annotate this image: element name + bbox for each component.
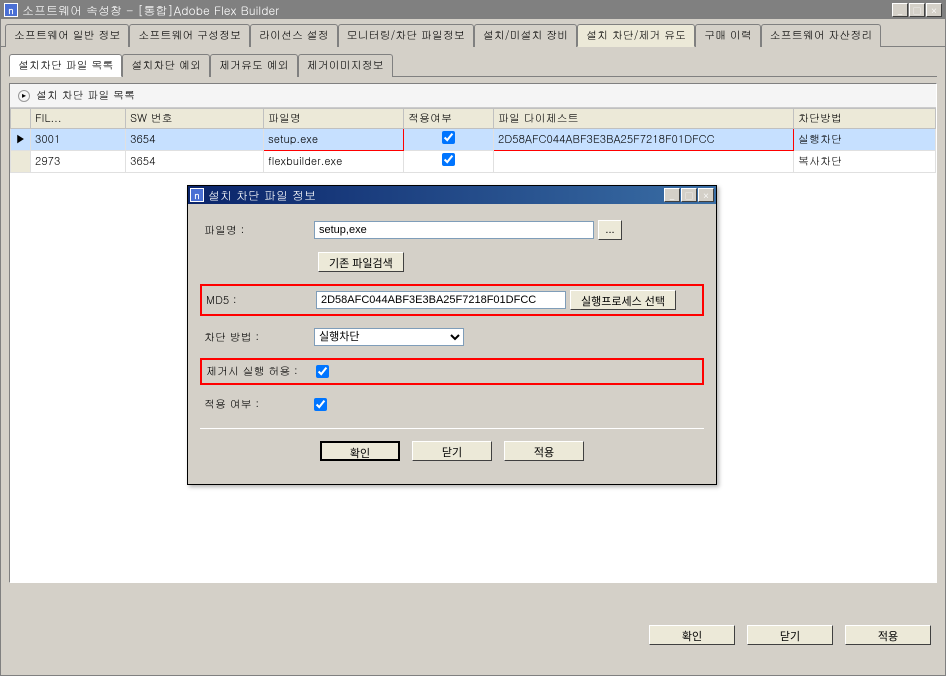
label-method: 차단 방법 : [204,330,314,345]
row-method: 차단 방법 : 실행차단 [200,324,704,350]
dialog-button-row: 확인 닫기 적용 [200,428,704,461]
browse-button[interactable]: ... [598,220,622,240]
input-md5[interactable] [316,291,566,309]
row-handle [11,151,31,173]
dialog-app-icon: n [190,188,204,202]
main-tab-5[interactable]: 설치 차단/제거 유도 [577,24,695,47]
row-search-existing: 기존 파일검색 [200,248,704,276]
dialog-ok-button[interactable]: 확인 [320,441,400,461]
col-method[interactable]: 차단방법 [794,109,936,129]
col-filename[interactable]: 파일명 [264,109,404,129]
select-method[interactable]: 실행차단 [314,328,464,346]
row-filename: 파일명 : ... [200,216,704,244]
cell-apply[interactable] [404,151,494,173]
col-apply[interactable]: 적용여부 [404,109,494,129]
minimize-button[interactable]: _ [892,3,908,17]
dialog-apply-button[interactable]: 적용 [504,441,584,461]
cell-method: 복사차단 [794,151,936,173]
dialog-close-button2[interactable]: 닫기 [412,441,492,461]
checkbox-apply[interactable] [314,398,327,411]
apply-checkbox[interactable] [442,131,455,144]
dialog-title: 설치 차단 파일 정보 [208,187,664,204]
inner-tab-row: 설치차단 파일 목록설치차단 예외제거유도 예외제거이미지정보 [9,53,937,77]
main-tab-4[interactable]: 설치/미설치 장비 [474,24,577,47]
main-titlebar: n 소프트웨어 속성창 - [통합]Adobe Flex Builder _ □… [1,1,945,19]
inner-tab-2[interactable]: 제거유도 예외 [210,54,298,77]
cell-filename: flexbuilder.exe [264,151,404,173]
block-file-grid: FIL... SW 번호 파일명 적용여부 파일 다이제스트 차단방법 ▶300… [10,108,936,173]
inner-tab-3[interactable]: 제거이미지정보 [298,54,393,77]
table-row[interactable]: ▶30013654setup.exe 2D58AFC044ABF3E3BA25F7… [11,129,936,151]
cell-sw: 3654 [126,151,264,173]
inner-tab-0[interactable]: 설치차단 파일 목록 [9,54,122,77]
cell-digest [494,151,794,173]
dialog-close-button[interactable]: × [698,188,714,202]
cell-sw: 3654 [126,129,264,151]
row-handle: ▶ [11,129,31,151]
maximize-button[interactable]: □ [909,3,925,17]
label-allow-on-remove: 제거시 실행 허용 : [206,364,316,379]
main-tab-row: 소프트웨어 일반 정보소프트웨어 구성정보라이선스 설정모니터링/차단 파일정보… [1,19,945,47]
col-indicator [11,109,31,129]
col-swno[interactable]: SW 번호 [126,109,264,129]
main-tab-6[interactable]: 구매 이력 [695,24,761,47]
cell-fil: 2973 [31,151,126,173]
main-tab-2[interactable]: 라이선스 설정 [250,24,338,47]
inner-tab-1[interactable]: 설치차단 예외 [122,54,210,77]
block-file-info-dialog: n 설치 차단 파일 정보 _ □ × 파일명 : ... 기존 파일검색 MD… [187,185,717,485]
table-row[interactable]: 29733654flexbuilder.exe 복사차단 [11,151,936,173]
close-button[interactable]: × [926,3,942,17]
row-allow-on-remove: 제거시 실행 허용 : [200,358,704,385]
label-md5: MD5 : [206,293,316,308]
main-tab-1[interactable]: 소프트웨어 구성정보 [129,24,250,47]
dialog-titlebar: n 설치 차단 파일 정보 _ □ × [188,186,716,204]
main-close-button[interactable]: 닫기 [747,625,833,645]
cell-apply[interactable] [404,129,494,151]
cell-filename: setup.exe [264,129,404,151]
col-digest[interactable]: 파일 다이제스트 [494,109,794,129]
cell-fil: 3001 [31,129,126,151]
table-title-row: ▸ 설치 차단 파일 목록 [10,84,936,108]
select-process-button[interactable]: 실행프로세스 선택 [570,290,676,310]
main-ok-button[interactable]: 확인 [649,625,735,645]
cell-method: 실행차단 [794,129,936,151]
apply-checkbox[interactable] [442,153,455,166]
row-md5: MD5 : 실행프로세스 선택 [200,284,704,316]
row-apply: 적용 여부 : [200,393,704,416]
dialog-body: 파일명 : ... 기존 파일검색 MD5 : 실행프로세스 선택 차단 방법 … [188,204,716,473]
expand-icon[interactable]: ▸ [18,90,30,102]
main-window: n 소프트웨어 속성창 - [통합]Adobe Flex Builder _ □… [0,0,946,676]
main-tab-3[interactable]: 모니터링/차단 파일정보 [338,24,474,47]
col-file[interactable]: FIL... [31,109,126,129]
dialog-minimize-button[interactable]: _ [664,188,680,202]
label-apply: 적용 여부 : [204,397,314,412]
table-title: 설치 차단 파일 목록 [36,88,135,103]
app-icon: n [4,3,18,17]
checkbox-allow-on-remove[interactable] [316,365,329,378]
dialog-maximize-button[interactable]: □ [681,188,697,202]
main-apply-button[interactable]: 적용 [845,625,931,645]
search-existing-button[interactable]: 기존 파일검색 [318,252,404,272]
input-filename[interactable] [314,221,594,239]
cell-digest: 2D58AFC044ABF3E3BA25F7218F01DFCC [494,129,794,151]
main-tab-0[interactable]: 소프트웨어 일반 정보 [5,24,129,47]
main-bottom-bar: 확인 닫기 적용 [649,625,931,645]
main-tab-7[interactable]: 소프트웨어 자산정리 [761,24,882,47]
window-title: 소프트웨어 속성창 - [통합]Adobe Flex Builder [22,2,892,19]
label-filename: 파일명 : [204,223,314,238]
